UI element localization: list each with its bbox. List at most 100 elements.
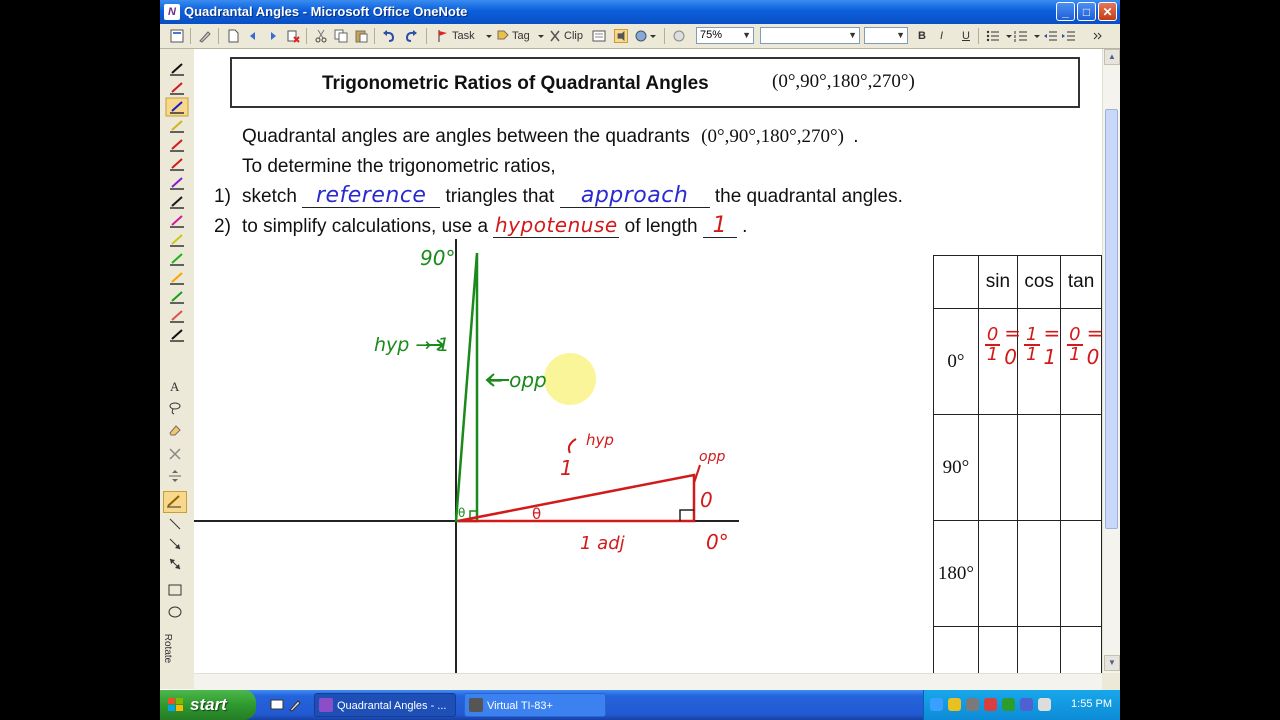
close-button[interactable]: ✕ xyxy=(1098,2,1117,21)
new-page-icon[interactable] xyxy=(226,29,240,43)
tag-button[interactable]: Tag xyxy=(512,28,530,44)
quadrantal-diagram[interactable]: 90° hyp → 1 ← opp θ hyp 1 opp 0 θ 1 adj … xyxy=(194,239,774,673)
double-arrow-tool-icon[interactable] xyxy=(168,557,182,571)
page-title-box[interactable]: Trigonometric Ratios of Quadrantal Angle… xyxy=(230,57,1080,108)
chevron-down-icon[interactable] xyxy=(646,29,660,43)
step1-blank-reference[interactable]: reference xyxy=(302,183,441,208)
table-cell-tan-180[interactable] xyxy=(1060,520,1102,627)
bullets-icon[interactable] xyxy=(986,29,1000,43)
pen-color-9[interactable] xyxy=(170,234,184,247)
copy-icon[interactable] xyxy=(334,29,348,43)
delete-ink-icon[interactable] xyxy=(168,447,182,461)
insert-space-icon[interactable] xyxy=(168,469,182,483)
clip-icon[interactable] xyxy=(548,29,562,43)
note-page[interactable]: Trigonometric Ratios of Quadrantal Angle… xyxy=(194,49,1102,673)
table-cell-cos-90[interactable] xyxy=(1017,414,1062,521)
vertical-scrollbar[interactable]: ▲ ▼ xyxy=(1102,49,1120,673)
pen-color-list[interactable] xyxy=(160,59,194,359)
ellipse-tool-icon[interactable] xyxy=(168,605,182,619)
pen-icon[interactable] xyxy=(198,29,212,43)
table-cell-tan-90[interactable] xyxy=(1060,414,1102,521)
decrease-indent-icon[interactable] xyxy=(1044,29,1058,43)
pen-color-5[interactable] xyxy=(170,158,184,171)
pen-color-1[interactable] xyxy=(170,82,184,95)
tray-volume-icon[interactable] xyxy=(1038,698,1051,711)
quick-launch-desktop-icon[interactable] xyxy=(270,698,284,712)
tray-alert-icon[interactable] xyxy=(984,698,997,711)
pen-color-10[interactable] xyxy=(170,253,184,266)
pen-color-4[interactable] xyxy=(170,139,184,152)
rotate-button[interactable]: Rotate xyxy=(162,629,183,673)
pen-color-2[interactable] xyxy=(165,97,189,117)
pen-color-7[interactable] xyxy=(170,196,184,209)
font-name-select[interactable]: ▼ xyxy=(760,27,860,44)
tray-security-icon[interactable] xyxy=(948,698,961,711)
scroll-down-button[interactable]: ▼ xyxy=(1104,655,1120,671)
pen-color-14[interactable] xyxy=(170,329,184,342)
trig-ratio-table[interactable]: sin cos tan 0° 0 1 = 0 1 1 = 1 0 1 = 0 90° 180… xyxy=(933,255,1102,673)
research-icon[interactable] xyxy=(672,29,686,43)
step1-blank-approach[interactable]: approach xyxy=(559,183,710,208)
pen-color-13[interactable] xyxy=(170,310,184,323)
note-container-icon[interactable] xyxy=(592,29,606,43)
font-size-select[interactable]: ▼ xyxy=(864,27,908,44)
taskbar-item-onenote[interactable]: Quadrantal Angles - ... xyxy=(314,693,456,717)
numbering-icon[interactable] xyxy=(1014,29,1028,43)
back-icon[interactable] xyxy=(246,29,260,43)
tray-network-icon[interactable] xyxy=(930,698,943,711)
zoom-select[interactable]: 75% ▼ xyxy=(696,27,754,44)
minimize-button[interactable]: _ xyxy=(1056,2,1075,21)
increase-indent-icon[interactable] xyxy=(1062,29,1076,43)
table-cell-cos-0[interactable]: 1 1 = 1 xyxy=(1017,308,1062,415)
scroll-up-button[interactable]: ▲ xyxy=(1104,49,1120,65)
bold-button[interactable]: B xyxy=(918,28,926,44)
window-title-bar[interactable]: N Quadrantal Angles - Microsoft Office O… xyxy=(160,0,1120,24)
tray-update-icon[interactable] xyxy=(1002,698,1015,711)
pen-tool-active[interactable] xyxy=(163,491,187,513)
table-cell-tan-0[interactable]: 0 1 = 0 xyxy=(1060,308,1102,415)
cut-icon[interactable] xyxy=(314,29,328,43)
lasso-icon[interactable] xyxy=(168,401,182,415)
tray-pen-icon[interactable] xyxy=(966,698,979,711)
tag-icon[interactable] xyxy=(496,29,510,43)
undo-icon[interactable] xyxy=(382,29,396,43)
quick-launch-pen-icon[interactable] xyxy=(288,698,302,712)
maximize-button[interactable]: □ xyxy=(1077,2,1096,21)
scroll-thumb[interactable] xyxy=(1105,109,1118,529)
start-button[interactable]: start xyxy=(160,690,256,720)
table-cell-sin-0[interactable]: 0 1 = 0 xyxy=(977,308,1021,415)
step2-blank-length[interactable]: 1 xyxy=(702,213,737,238)
redo-icon[interactable] xyxy=(404,29,418,43)
line-tool-icon[interactable] xyxy=(168,517,182,531)
horizontal-scrollbar[interactable] xyxy=(194,673,1102,691)
table-cell-sin-180[interactable] xyxy=(977,520,1019,627)
clip-button[interactable]: Clip xyxy=(564,28,583,44)
pen-color-3[interactable] xyxy=(170,120,184,133)
step2-blank-hypotenuse[interactable]: hypotenuse xyxy=(493,213,620,238)
arrow-tool-icon[interactable] xyxy=(168,537,182,551)
tray-onenote-icon[interactable] xyxy=(1020,698,1033,711)
text-tool-icon[interactable]: A xyxy=(168,379,182,393)
forward-icon[interactable] xyxy=(266,29,280,43)
recorder-icon[interactable] xyxy=(614,29,628,43)
chevron-down-icon[interactable] xyxy=(482,29,496,43)
taskbar-item-ti83[interactable]: Virtual TI-83+ xyxy=(464,693,606,717)
paste-icon[interactable] xyxy=(354,29,368,43)
delete-page-icon[interactable] xyxy=(286,29,300,43)
pen-color-8[interactable] xyxy=(170,215,184,228)
pen-color-0[interactable] xyxy=(170,63,184,76)
chevron-down-icon[interactable] xyxy=(534,29,548,43)
rectangle-tool-icon[interactable] xyxy=(168,583,182,597)
eraser-icon[interactable] xyxy=(168,423,182,437)
pen-color-12[interactable] xyxy=(170,291,184,304)
pen-color-6[interactable] xyxy=(170,177,184,190)
italic-button[interactable]: I xyxy=(940,28,943,44)
table-cell-sin-90[interactable] xyxy=(977,414,1019,521)
toolbar-options-icon[interactable] xyxy=(1090,29,1104,43)
task-button[interactable]: Task xyxy=(452,28,475,44)
table-cell-cos-180[interactable] xyxy=(1017,520,1062,627)
page-view-icon[interactable] xyxy=(170,29,184,43)
underline-button[interactable]: U xyxy=(962,28,970,44)
chevron-down-icon[interactable] xyxy=(1030,29,1044,43)
pen-color-11[interactable] xyxy=(170,272,184,285)
